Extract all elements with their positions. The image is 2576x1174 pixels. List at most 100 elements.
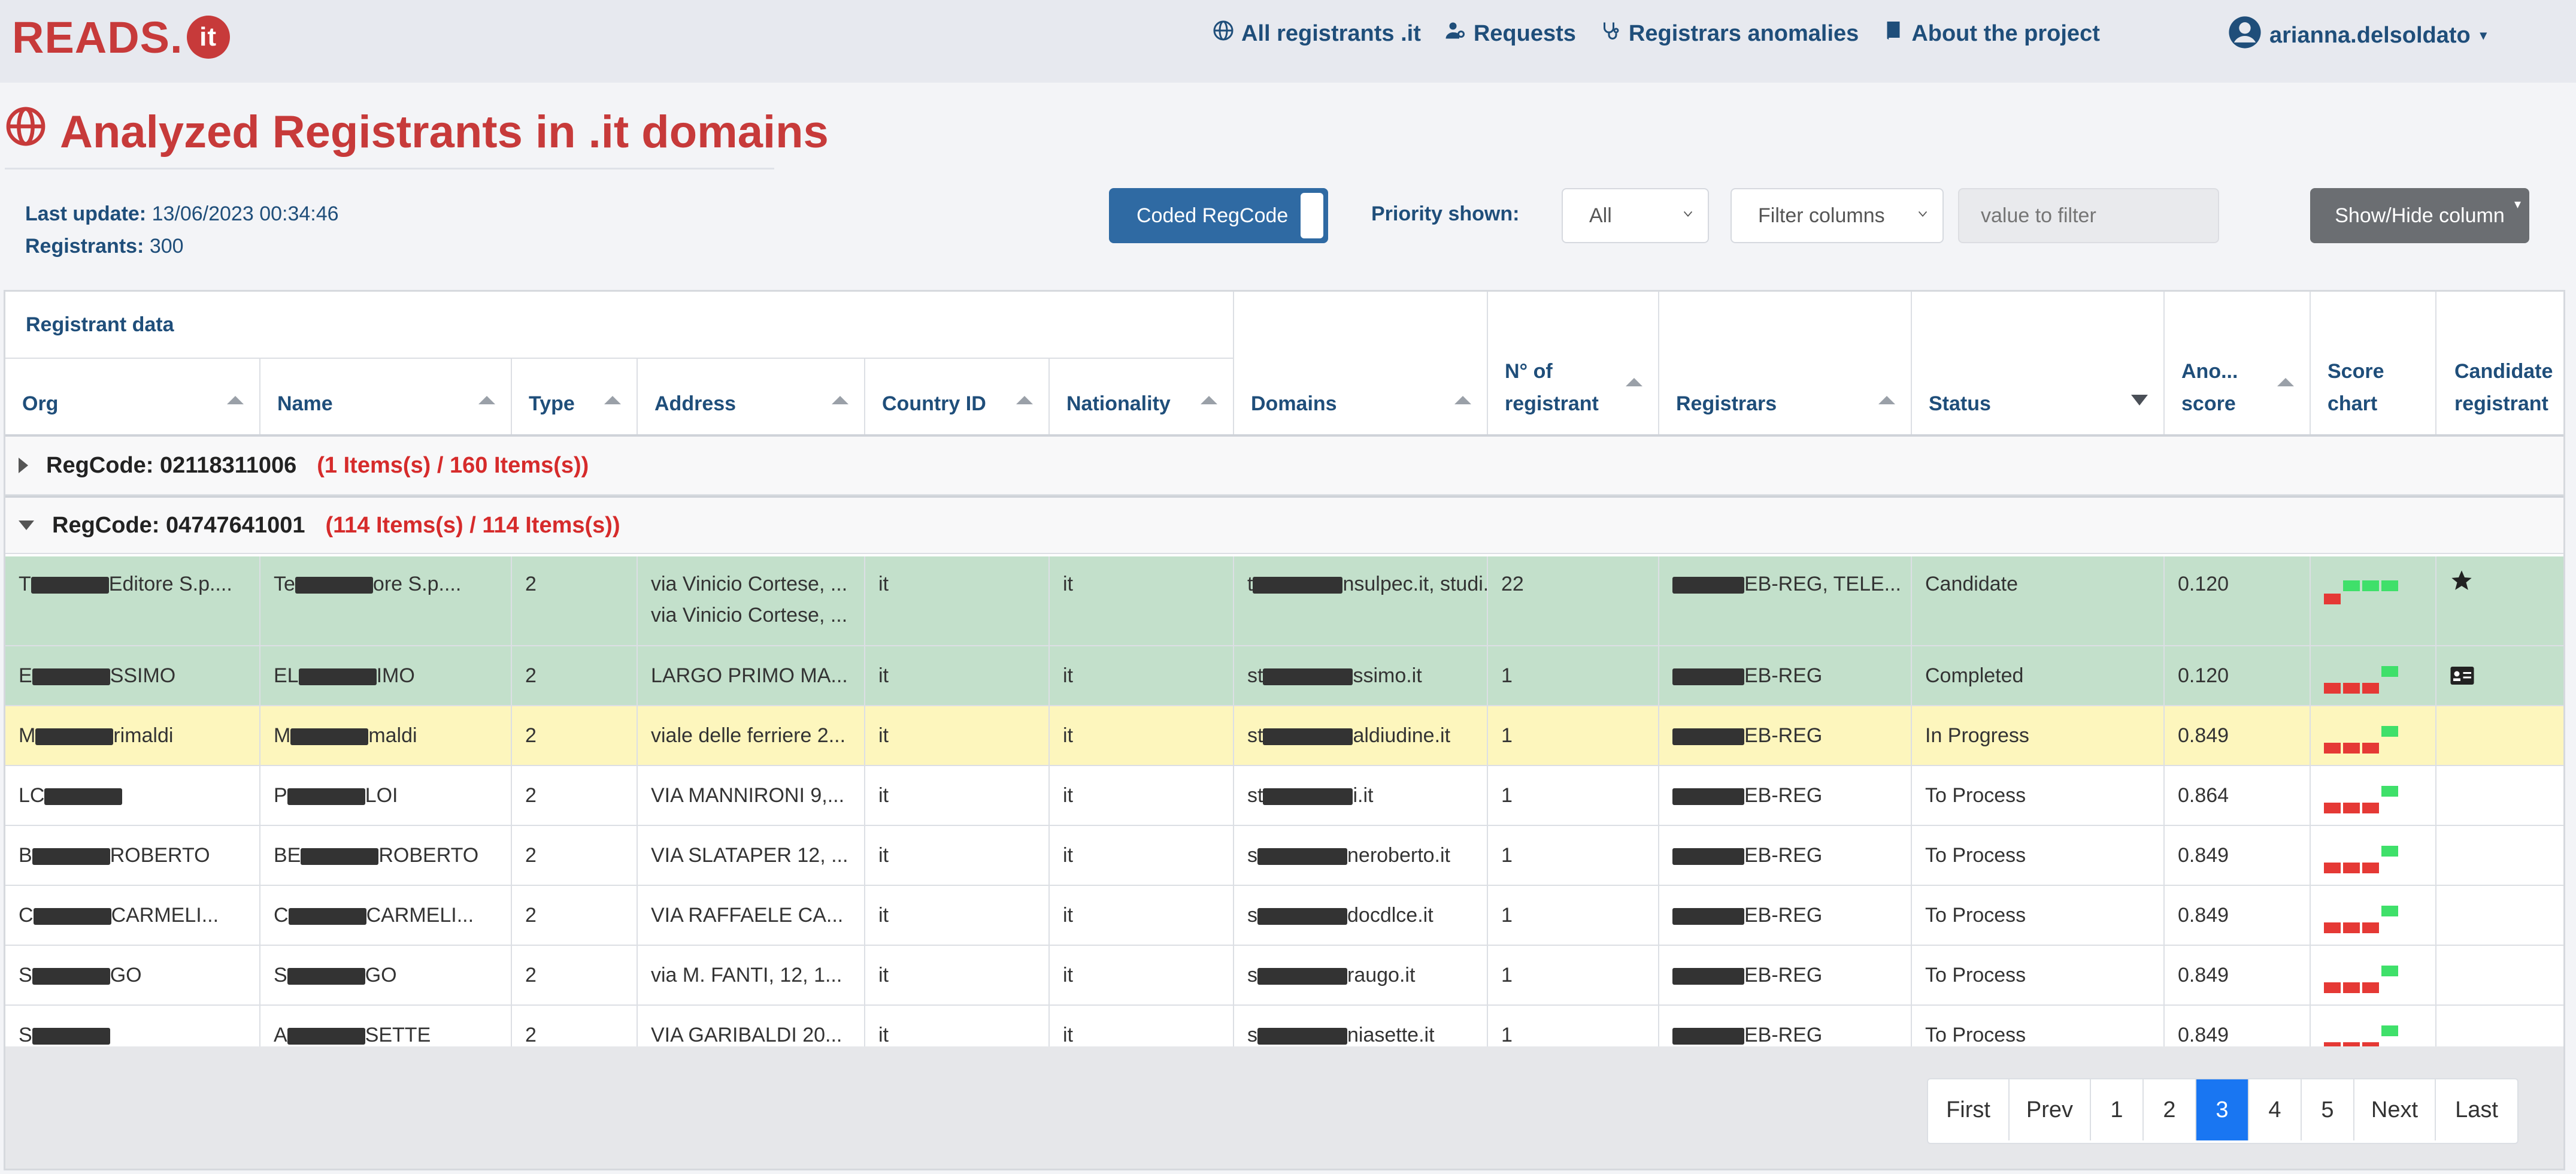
cell-status: To Process (1912, 826, 2165, 885)
page-button-4[interactable]: 4 (2249, 1079, 2302, 1140)
cell-address: VIA RAFFAELE CA... (638, 886, 865, 945)
redacted-text (298, 668, 377, 686)
redacted-text (1263, 668, 1353, 686)
cell-registrars: EB-REG (1659, 886, 1912, 945)
cell-country-id: it (865, 886, 1050, 945)
table-row[interactable]: C CARMELI... C CARMELI... 2 VIA RAFFAELE CA..… (5, 886, 2563, 946)
table-row[interactable]: Mrimaldi Mmaldi 2 viale delle ferriere 2...… (5, 706, 2563, 766)
cell-score-chart (2311, 946, 2436, 1004)
col-nationality[interactable]: Nationality (1050, 359, 1234, 434)
cell-score: 0.849 (2165, 826, 2311, 885)
cell-name: Mmaldi (260, 706, 512, 765)
cell-candidate (2436, 826, 2563, 885)
score-bar-red (2343, 743, 2360, 754)
table-row[interactable]: T Editore S.p.... Te ore S.p.... 2 via Vinici… (5, 556, 2563, 646)
cell-type: 2 (512, 556, 638, 645)
col-type[interactable]: Type (512, 359, 638, 434)
cell-candidate (2436, 946, 2563, 1004)
score-chart (2324, 837, 2435, 873)
filter-value-input[interactable] (1958, 188, 2219, 243)
group-row-expanded[interactable]: RegCode: 04747641001 (114 Items(s) / 114… (5, 495, 2563, 554)
pagination: First Prev 1 2 3 4 5 Next Last (1927, 1078, 2519, 1144)
col-country-id[interactable]: Country ID (865, 359, 1050, 434)
col-score-chart[interactable]: Score chart (2311, 292, 2436, 434)
stethoscope-icon (1600, 20, 1622, 47)
page-button-5[interactable]: 5 (2302, 1079, 2354, 1140)
cell-country-id: it (865, 556, 1050, 645)
col-anomaly-score[interactable]: Ano... score (2165, 292, 2311, 434)
registrants-label: Registrants: (25, 235, 144, 258)
col-candidate-registrant-label: Candidate registrant (2454, 360, 2553, 415)
group-count: (114 Items(s) / 114 Items(s)) (325, 512, 620, 538)
page-button-2[interactable]: 2 (2144, 1079, 2196, 1140)
nav-about[interactable]: About the project (1883, 20, 2100, 47)
col-registrars[interactable]: Registrars (1659, 292, 1912, 434)
page-button-first[interactable]: First (1928, 1079, 2010, 1140)
col-org[interactable]: Org (5, 359, 260, 434)
col-org-label: Org (22, 392, 59, 415)
priority-select-value: All (1589, 204, 1612, 227)
col-domains[interactable]: Domains (1234, 292, 1488, 434)
table-row[interactable]: E SSIMO EL IMO 2 LARGO PRIMO MA... it it st ssimo… (5, 646, 2563, 706)
group-row-collapsed[interactable]: RegCode: 02118311006 (1 Items(s) / 160 I… (5, 437, 2563, 495)
cell-name: BE ROBERTO (260, 826, 512, 885)
sort-asc-icon (1201, 396, 1217, 404)
cell-country-id: it (865, 766, 1050, 825)
page-button-prev[interactable]: Prev (2010, 1079, 2091, 1140)
cell-domains: st aldiudine.it (1234, 706, 1488, 765)
page-button-next[interactable]: Next (2354, 1079, 2436, 1140)
col-n-registrant[interactable]: N° of registrant (1488, 292, 1659, 434)
page-button-3[interactable]: 3 (2196, 1079, 2249, 1140)
cell-country-id: it (865, 826, 1050, 885)
cell-score-chart (2311, 646, 2436, 705)
cell-status: Candidate (1912, 556, 2165, 645)
brand-logo[interactable]: READS. it (12, 7, 230, 67)
nav-all-registrants[interactable]: All registrants .it (1213, 20, 1421, 47)
cell-score-chart (2311, 826, 2436, 885)
redacted-text (33, 908, 111, 925)
col-name[interactable]: Name (260, 359, 512, 434)
cell-domains: st ssimo.it (1234, 646, 1488, 705)
nav-links: All registrants .it Requests Registrars … (1213, 17, 2100, 50)
score-bar-green (2381, 846, 2398, 857)
filter-columns-select[interactable]: Filter columns (1731, 188, 1944, 243)
cell-nationality: it (1050, 556, 1234, 645)
cell-candidate (2436, 646, 2563, 705)
show-hide-column-button[interactable]: Show/Hide column ▾ (2310, 188, 2529, 243)
cell-org: E SSIMO (5, 646, 260, 705)
table-row[interactable]: S GO S GO 2 via M. FANTI, 12, 1... it it s raugo.… (5, 946, 2563, 1006)
cell-domains: s raugo.it (1234, 946, 1488, 1004)
page-button-1[interactable]: 1 (2091, 1079, 2144, 1140)
star-icon (2451, 570, 2472, 590)
sort-asc-icon (604, 396, 621, 404)
col-domains-label: Domains (1251, 392, 1337, 415)
priority-select[interactable]: All (1562, 188, 1709, 243)
user-menu[interactable]: arianna.delsoldato ▾ (2228, 14, 2487, 56)
coded-regcode-toggle[interactable]: Coded RegCode (1109, 188, 1328, 243)
redacted-text (1253, 577, 1343, 594)
score-bar-red (2343, 803, 2360, 813)
redacted-text (290, 728, 369, 746)
brand-name: READS. (12, 12, 183, 62)
nav-requests[interactable]: Requests (1445, 20, 1576, 47)
score-chart (2324, 718, 2435, 754)
score-bar-green (2381, 666, 2398, 677)
page-button-last[interactable]: Last (2436, 1079, 2517, 1140)
table-row[interactable]: B ROBERTO BE ROBERTO 2 VIA SLATAPER 12, ... it… (5, 826, 2563, 886)
cell-address: viale delle ferriere 2... (638, 706, 865, 765)
redacted-text (1672, 908, 1744, 925)
cell-name: EL IMO (260, 646, 512, 705)
redacted-text (31, 577, 109, 594)
table-row[interactable]: LC P LOI 2 VIA MANNIRONI 9,... it it st i.it 1 EB-… (5, 766, 2563, 826)
col-candidate-registrant[interactable]: Candidate registrant (2436, 292, 2563, 434)
score-bar-red (2362, 922, 2379, 933)
sort-asc-icon (478, 396, 495, 404)
col-name-label: Name (277, 392, 333, 415)
cell-address: via Vinicio Cortese, ... via Vinicio Cort… (638, 556, 865, 645)
caret-right-icon (19, 458, 28, 473)
nav-registrars-anomalies[interactable]: Registrars anomalies (1600, 20, 1859, 47)
col-address[interactable]: Address (638, 359, 865, 434)
col-status[interactable]: Status (1912, 292, 2165, 434)
redacted-text (32, 1028, 110, 1045)
cell-org: LC (5, 766, 260, 825)
